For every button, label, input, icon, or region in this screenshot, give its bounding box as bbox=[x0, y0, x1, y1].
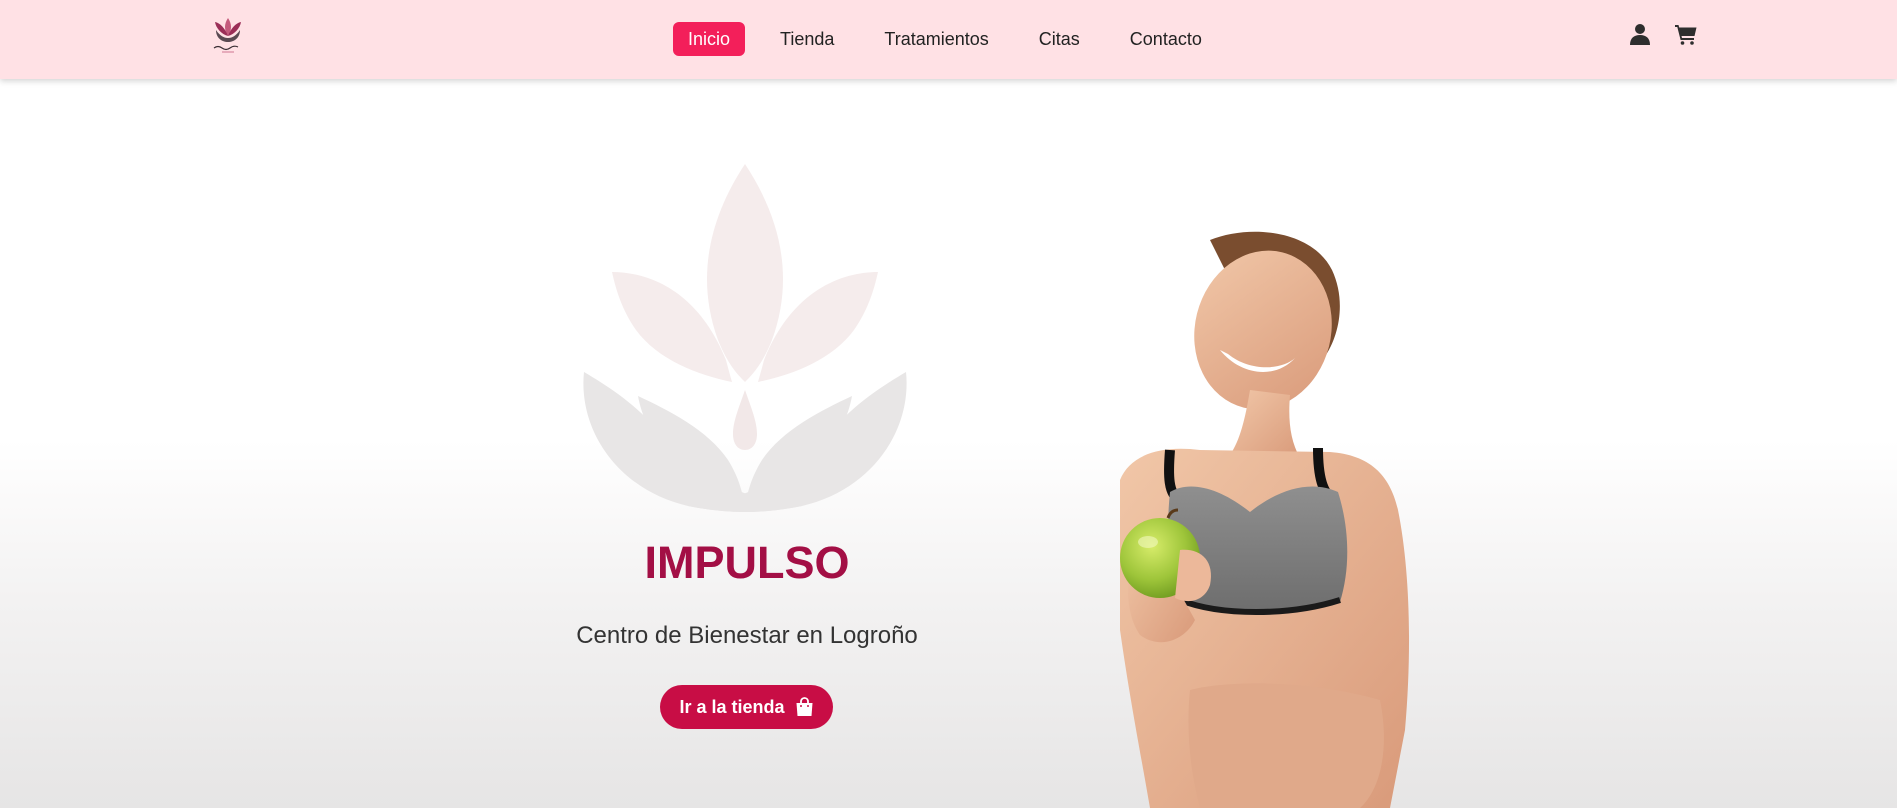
user-icon[interactable] bbox=[1628, 22, 1652, 46]
nav-link-tratamientos[interactable]: Tratamientos bbox=[869, 22, 1003, 56]
cart-icon[interactable] bbox=[1674, 22, 1698, 46]
hero-title: IMPULSO bbox=[644, 537, 850, 588]
nav-link-citas[interactable]: Citas bbox=[1024, 22, 1095, 56]
lotus-watermark-icon bbox=[583, 164, 907, 512]
go-to-shop-label: Ir a la tienda bbox=[679, 696, 785, 717]
shopping-bag-icon bbox=[796, 697, 813, 716]
hero-subtitle: Centro de Bienestar en Logroño bbox=[576, 622, 918, 649]
brand-logo[interactable] bbox=[208, 14, 248, 64]
nav-link-inicio[interactable]: Inicio bbox=[673, 22, 746, 56]
go-to-shop-button[interactable]: Ir a la tienda bbox=[660, 685, 833, 729]
nav-link-contacto[interactable]: Contacto bbox=[1115, 22, 1217, 56]
lotus-logo-icon bbox=[213, 18, 241, 53]
woman-with-apple-photo bbox=[1120, 231, 1410, 808]
navbar: Inicio Tienda Tratamientos Citas Contact… bbox=[0, 0, 1897, 79]
nav-actions bbox=[1628, 22, 1698, 46]
nav-link-tienda[interactable]: Tienda bbox=[765, 22, 849, 56]
main-nav: Inicio Tienda Tratamientos Citas Contact… bbox=[673, 22, 1237, 56]
